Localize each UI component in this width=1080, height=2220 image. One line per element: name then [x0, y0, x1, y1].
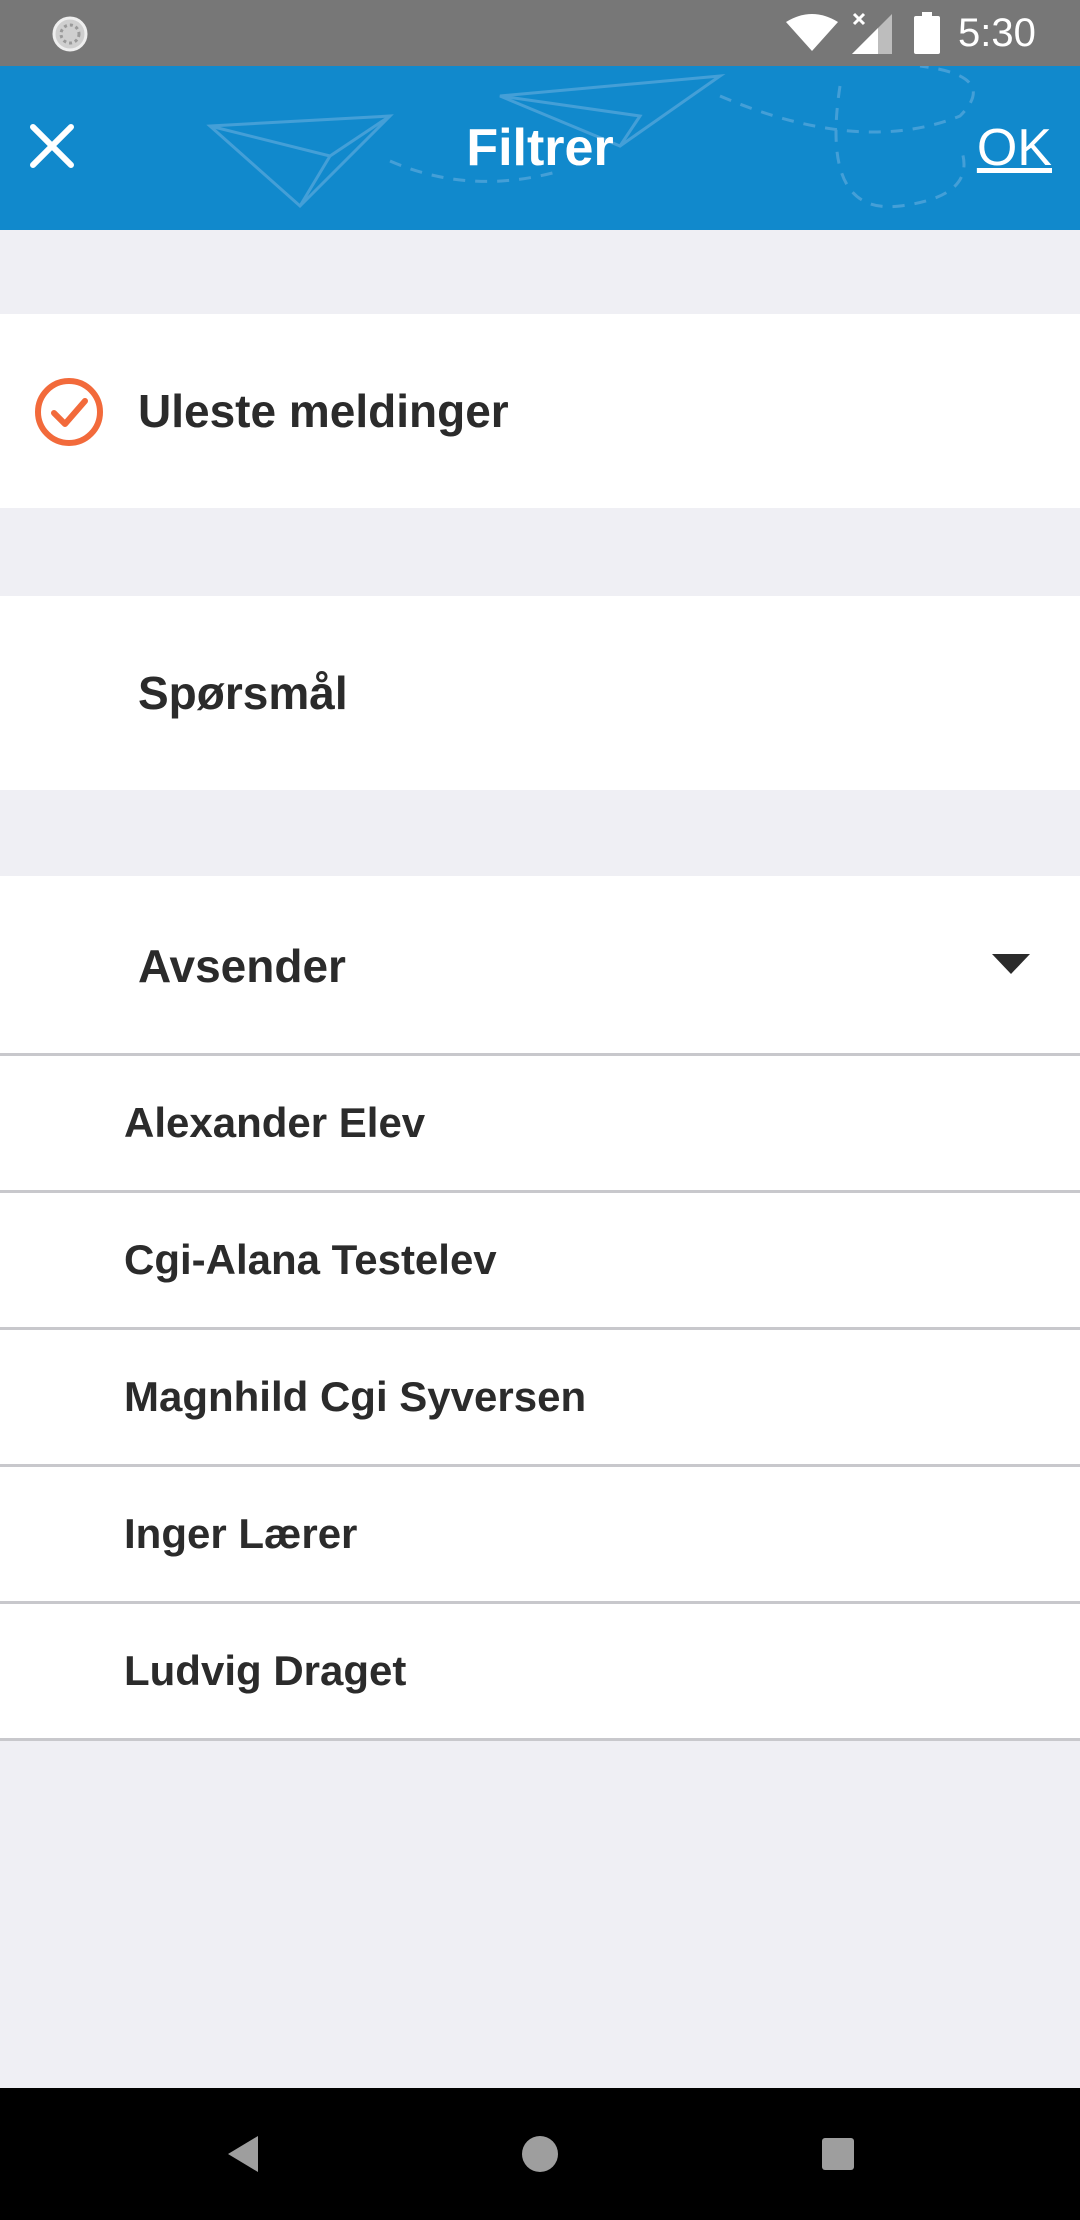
filter-questions-label: Spørsmål	[138, 667, 348, 719]
sender-dropdown[interactable]: Avsender	[0, 876, 1080, 1056]
wifi-icon	[786, 14, 838, 51]
sender-option[interactable]: Ludvig Draget	[0, 1604, 1080, 1741]
system-nav-bar	[0, 2088, 1080, 2220]
sender-dropdown-label: Avsender	[138, 940, 346, 992]
filter-unread-messages[interactable]: Uleste meldinger	[0, 314, 1080, 508]
filter-unread-label: Uleste meldinger	[138, 385, 509, 437]
battery-icon	[914, 12, 940, 54]
back-icon[interactable]	[212, 2124, 272, 2184]
filter-questions[interactable]: Spørsmål	[0, 596, 1080, 790]
status-clock: 5:30	[958, 11, 1036, 55]
recents-icon[interactable]	[808, 2124, 868, 2184]
signal-icon	[852, 12, 892, 54]
sender-option[interactable]: Alexander Elev	[0, 1056, 1080, 1193]
sender-option[interactable]: Magnhild Cgi Syversen	[0, 1330, 1080, 1467]
home-icon[interactable]	[510, 2124, 570, 2184]
app-bar: Filtrer OK	[0, 66, 1080, 230]
status-bar: 5:30	[0, 0, 1080, 66]
page-title: Filtrer	[466, 119, 614, 177]
sender-list: Alexander Elev Cgi-Alana Testelev Magnhi…	[0, 1056, 1080, 1741]
sender-option[interactable]: Inger Lærer	[0, 1467, 1080, 1604]
notification-icon	[52, 16, 88, 52]
checkmark-circle-icon	[35, 378, 103, 446]
ok-button[interactable]: OK	[977, 110, 1052, 186]
filter-screen: 5:30 Filtrer OK Uleste meldinger Spørsmå…	[0, 0, 1080, 2220]
sender-option[interactable]: Cgi-Alana Testelev	[0, 1193, 1080, 1330]
caret-down-icon	[992, 954, 1030, 974]
